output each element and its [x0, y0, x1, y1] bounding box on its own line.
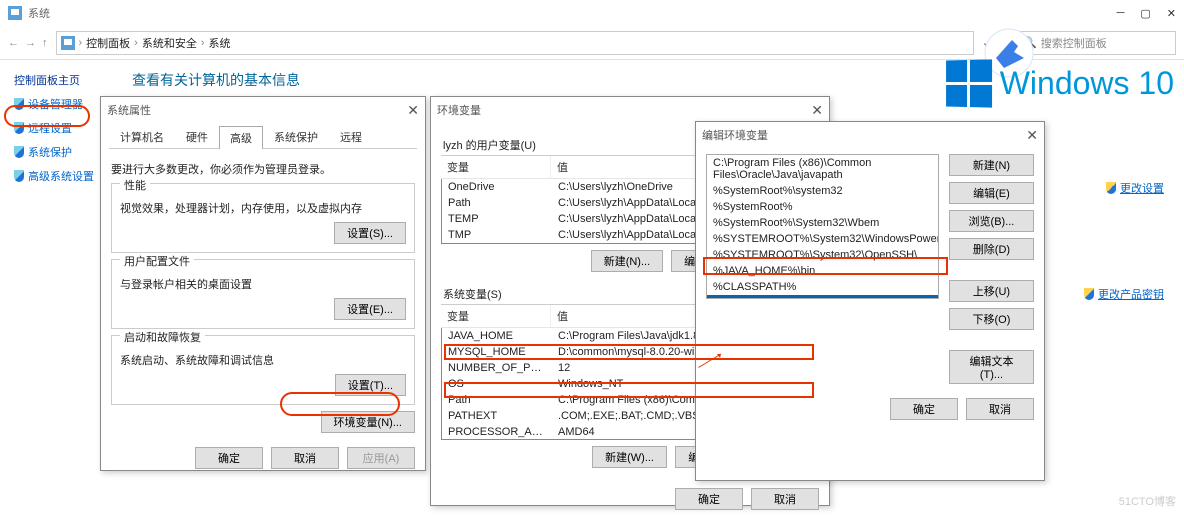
sidebar-item-device-manager[interactable]: 设备管理器 — [14, 96, 100, 112]
path-up-button[interactable]: 上移(U) — [949, 280, 1034, 302]
forward-button[interactable]: → — [25, 37, 36, 49]
shield-icon — [14, 170, 24, 182]
cancel-button[interactable]: 取消 — [966, 398, 1034, 420]
list-item[interactable]: %SYSTEMROOT%\System32\WindowsPowerShell\… — [707, 231, 938, 247]
profile-settings-button[interactable]: 设置(E)... — [334, 298, 406, 320]
page-heading: 查看有关计算机的基本信息 — [132, 70, 300, 90]
crumb-1[interactable]: 系统和安全 — [142, 35, 197, 51]
search-input[interactable]: 🔍 搜索控制面板 — [1016, 31, 1176, 55]
back-button[interactable]: ← — [8, 37, 19, 49]
shield-icon — [1106, 182, 1116, 194]
dialog-title: 系统属性 — [107, 102, 151, 118]
close-icon[interactable]: ✕ — [407, 102, 419, 119]
apply-button[interactable]: 应用(A) — [347, 447, 415, 469]
windows-logo-icon — [946, 59, 992, 107]
ok-button[interactable]: 确定 — [195, 447, 263, 469]
sidebar: 控制面板主页 设备管理器 远程设置 系统保护 高级系统设置 — [0, 60, 108, 515]
sidebar-home-link[interactable]: 控制面板主页 — [14, 72, 100, 88]
windows-logo: Windows 10 — [945, 60, 1174, 107]
list-item[interactable]: %SystemRoot% — [707, 199, 938, 215]
path-down-button[interactable]: 下移(O) — [949, 308, 1034, 330]
crumb-0[interactable]: 控制面板 — [86, 35, 130, 51]
path-edittext-button[interactable]: 编辑文本(T)... — [949, 350, 1034, 384]
system-properties-dialog: 系统属性 ✕ 计算机名 硬件 高级 系统保护 远程 要进行大多数更改，你必须作为管… — [100, 96, 426, 471]
sys-new-button[interactable]: 新建(W)... — [592, 446, 667, 468]
ok-button[interactable]: 确定 — [675, 488, 743, 510]
tab-computer-name[interactable]: 计算机名 — [109, 125, 175, 148]
shield-icon — [14, 146, 24, 158]
list-item[interactable]: %JAVA_HOME%\bin — [707, 263, 938, 279]
dialog-title: 环境变量 — [437, 102, 481, 118]
path-entries-list[interactable]: C:\Program Files (x86)\Common Files\Orac… — [706, 154, 939, 299]
group-startup-recovery: 启动和故障恢复 系统启动、系统故障和调试信息 设置(T)... — [111, 335, 415, 405]
system-window-titlebar: 系统 ─ ▢ ✕ — [0, 0, 1184, 26]
crumb-2[interactable]: 系统 — [209, 35, 231, 51]
change-settings-link[interactable]: 更改设置 — [1106, 180, 1164, 196]
edit-environment-variable-dialog: 编辑环境变量 ✕ C:\Program Files (x86)\Common Fi… — [695, 121, 1045, 481]
shield-icon — [14, 122, 24, 134]
right-links: 更改设置 更改产品密钥 — [1084, 180, 1164, 302]
list-item[interactable]: %SystemRoot%\System32\Wbem — [707, 215, 938, 231]
list-item[interactable]: %CLASSPATH% — [707, 279, 938, 295]
col-var[interactable]: 变量 — [441, 305, 551, 327]
sidebar-item-protection[interactable]: 系统保护 — [14, 144, 100, 160]
group-performance: 性能 视觉效果，处理器计划，内存使用，以及虚拟内存 设置(S)... — [111, 183, 415, 253]
watermark: 51CTO博客 — [1119, 493, 1176, 509]
tabs: 计算机名 硬件 高级 系统保护 远程 — [109, 125, 417, 149]
breadcrumb[interactable]: › 控制面板› 系统和安全› 系统 — [56, 31, 974, 55]
path-browse-button[interactable]: 浏览(B)... — [949, 210, 1034, 232]
path-new-button[interactable]: 新建(N) — [949, 154, 1034, 176]
shield-icon — [14, 98, 24, 110]
cancel-button[interactable]: 取消 — [751, 488, 819, 510]
tab-hardware[interactable]: 硬件 — [175, 125, 219, 148]
windows-logo-text: Windows 10 — [1000, 65, 1174, 102]
ok-button[interactable]: 确定 — [890, 398, 958, 420]
sidebar-item-advanced[interactable]: 高级系统设置 — [14, 168, 100, 184]
close-button[interactable]: ✕ — [1167, 7, 1176, 20]
system-icon — [8, 6, 22, 20]
change-product-key-link[interactable]: 更改产品密钥 — [1084, 286, 1164, 302]
list-item[interactable]: %SystemRoot%\system32 — [707, 183, 938, 199]
startup-settings-button[interactable]: 设置(T)... — [335, 374, 406, 396]
system-icon — [61, 36, 75, 50]
tab-remote[interactable]: 远程 — [329, 125, 373, 148]
list-item[interactable]: C:\Program Files (x86)\Common Files\Orac… — [707, 155, 938, 183]
group-user-profiles: 用户配置文件 与登录帐户相关的桌面设置 设置(E)... — [111, 259, 415, 329]
dialog-title: 编辑环境变量 — [702, 127, 768, 143]
list-item[interactable]: %SYSTEMROOT%\System32\OpenSSH\ — [707, 247, 938, 263]
user-new-button[interactable]: 新建(N)... — [591, 250, 663, 272]
shield-icon — [1084, 288, 1094, 300]
close-icon[interactable]: ✕ — [811, 102, 823, 119]
tab-advanced[interactable]: 高级 — [219, 126, 263, 149]
environment-variables-button[interactable]: 环境变量(N)... — [321, 411, 415, 433]
maximize-button[interactable]: ▢ — [1140, 7, 1150, 20]
col-var[interactable]: 变量 — [441, 156, 551, 178]
search-placeholder: 搜索控制面板 — [1041, 35, 1107, 51]
sidebar-item-remote[interactable]: 远程设置 — [14, 120, 100, 136]
close-icon[interactable]: ✕ — [1026, 127, 1038, 144]
window-title: 系统 — [28, 5, 50, 21]
minimize-button[interactable]: ─ — [1117, 7, 1125, 20]
perf-settings-button[interactable]: 设置(S)... — [334, 222, 406, 244]
cancel-button[interactable]: 取消 — [271, 447, 339, 469]
tab-protection[interactable]: 系统保护 — [263, 125, 329, 148]
admin-prompt: 要进行大多数更改，你必须作为管理员登录。 — [111, 161, 415, 177]
path-delete-button[interactable]: 删除(D) — [949, 238, 1034, 260]
up-button[interactable]: ↑ — [42, 37, 48, 49]
path-edit-button[interactable]: 编辑(E) — [949, 182, 1034, 204]
list-item[interactable]: %MYSQL_HOME%\bin — [707, 295, 938, 299]
